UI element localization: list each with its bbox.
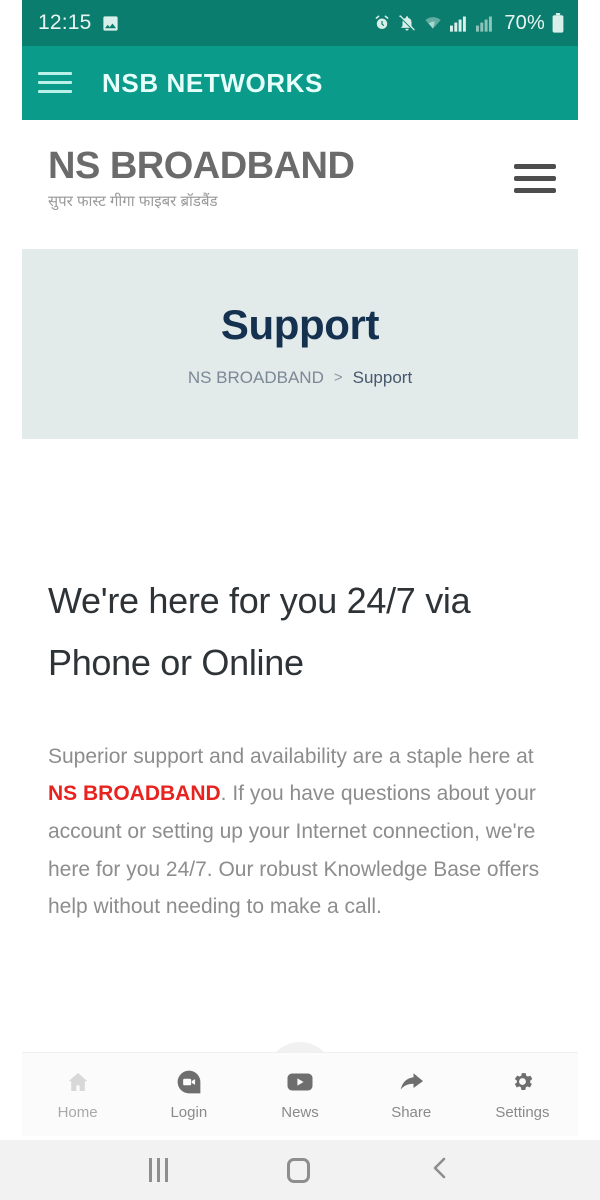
paragraph-brand-highlight: NS BROADBAND [48, 782, 221, 806]
brand-name: NS BROADBAND [48, 144, 355, 187]
content-paragraph: Superior support and availability are a … [48, 738, 552, 926]
alarm-icon [373, 14, 391, 32]
back-chevron-icon[interactable] [429, 1154, 451, 1187]
gear-icon [510, 1069, 535, 1095]
home-icon [66, 1069, 90, 1095]
tab-share-label: Share [391, 1103, 432, 1121]
app-title: NSB NETWORKS [102, 67, 323, 98]
android-nav-bar [0, 1140, 600, 1200]
page-hero: Support NS BROADBAND > Support [22, 249, 578, 439]
hamburger-menu-icon[interactable] [38, 70, 72, 96]
site-hamburger-menu-icon[interactable] [514, 164, 556, 194]
phone-screen: 12:15 70% NSB NETWORKS NS BROADBAND सुपर… [0, 0, 600, 1200]
tab-home-label: Home [57, 1103, 98, 1121]
tab-news[interactable]: News [244, 1053, 355, 1136]
status-bar-left: 12:15 [38, 11, 120, 35]
play-button-icon [286, 1069, 314, 1095]
breadcrumb-separator: > [333, 369, 343, 386]
breadcrumb-current: Support [352, 367, 413, 387]
tab-settings-label: Settings [495, 1103, 550, 1121]
page-title: Support [220, 300, 380, 348]
tab-share[interactable]: Share [356, 1053, 467, 1136]
mute-bell-icon [398, 14, 416, 32]
status-bar-clock: 12:15 [38, 11, 92, 34]
image-icon [101, 14, 120, 33]
site-header: NS BROADBAND सुपर फास्ट गीगा फाइबर ब्रॉड… [22, 120, 578, 238]
wifi-icon [423, 14, 443, 32]
video-call-icon [176, 1069, 202, 1095]
breadcrumb-root-link[interactable]: NS BROADBAND [188, 368, 324, 388]
android-status-bar: 12:15 70% [22, 0, 578, 46]
signal-bars-icon [450, 14, 469, 32]
signal-bars-secondary-icon [476, 14, 495, 32]
share-arrow-icon [398, 1069, 425, 1095]
brand-block[interactable]: NS BROADBAND सुपर फास्ट गीगा फाइबर ब्रॉड… [48, 144, 514, 212]
tab-home[interactable]: Home [22, 1053, 133, 1136]
home-square-icon[interactable] [286, 1157, 310, 1183]
battery-percent-label: 70% [504, 11, 545, 34]
recents-icon[interactable] [149, 1158, 169, 1182]
breadcrumb: NS BROADBAND > Support [188, 368, 412, 388]
main-content: We're here for you 24/7 via Phone or Onl… [22, 439, 578, 1039]
tab-login[interactable]: Login [133, 1053, 244, 1136]
tab-login-label: Login [170, 1103, 208, 1121]
paragraph-text-before: Superior support and availability are a … [48, 744, 534, 768]
status-bar-right: 70% [373, 12, 564, 35]
app-bar: NSB NETWORKS [22, 46, 578, 120]
brand-tagline: सुपर फास्ट गीगा फाइबर ब्रॉडबैंड [48, 193, 218, 211]
tab-news-label: News [281, 1103, 319, 1121]
battery-icon [552, 13, 564, 33]
tab-settings[interactable]: Settings [467, 1053, 578, 1136]
bottom-tab-bar: Home Login News Share Settings [22, 1052, 578, 1136]
content-headline: We're here for you 24/7 via Phone or Onl… [48, 580, 471, 683]
